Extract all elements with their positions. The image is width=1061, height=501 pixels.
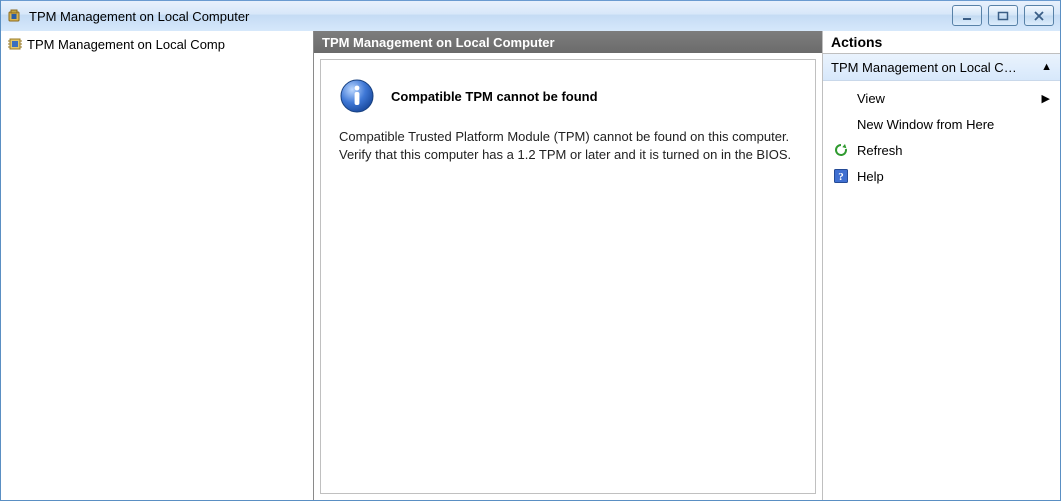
submenu-arrow-icon: ▶ [1042,92,1050,105]
center-header-label: TPM Management on Local Computer [322,35,555,50]
action-refresh[interactable]: Refresh [823,137,1060,163]
actions-header: Actions [823,31,1060,54]
actions-pane: Actions TPM Management on Local Co... ▲ … [823,31,1060,500]
info-title: Compatible TPM cannot be found [391,89,598,104]
tree-pane: TPM Management on Local Comp [1,31,314,500]
client-area: TPM Management on Local Comp TPM Managem… [1,31,1060,500]
info-icon [339,78,375,114]
close-button[interactable] [1024,5,1054,26]
refresh-icon [833,142,849,158]
svg-text:?: ? [838,171,844,183]
tpm-chip-icon [7,36,23,52]
minimize-button[interactable] [952,5,982,26]
maximize-button[interactable] [988,5,1018,26]
action-view-label: View [857,91,885,106]
action-refresh-label: Refresh [857,143,903,158]
actions-list: View ▶ New Window from Here Refresh [823,81,1060,193]
center-pane: TPM Management on Local Computer [314,31,823,500]
tree-node-tpm-root[interactable]: TPM Management on Local Comp [1,31,313,57]
action-help-label: Help [857,169,884,184]
action-new-window-label: New Window from Here [857,117,994,132]
action-help[interactable]: ? Help [823,163,1060,189]
collapse-caret-icon: ▲ [1041,61,1052,73]
titlebar: TPM Management on Local Computer [1,0,1060,31]
help-icon: ? [833,168,849,184]
window-title: TPM Management on Local Computer [29,9,249,24]
tpm-app-icon [7,8,23,24]
mmc-window: TPM Management on Local Computer [0,0,1061,501]
tree-node-label: TPM Management on Local Comp [27,37,225,52]
center-header: TPM Management on Local Computer [314,31,822,53]
actions-header-label: Actions [831,34,882,50]
actions-scope-row[interactable]: TPM Management on Local Co... ▲ [823,54,1060,81]
actions-scope-label: TPM Management on Local Co... [831,60,1021,75]
info-body-text: Compatible Trusted Platform Module (TPM)… [339,128,797,163]
center-body: Compatible TPM cannot be found Compatibl… [320,59,816,494]
window-controls [952,5,1054,26]
action-new-window[interactable]: New Window from Here [823,111,1060,137]
action-view[interactable]: View ▶ [823,85,1060,111]
info-header: Compatible TPM cannot be found [339,78,797,114]
